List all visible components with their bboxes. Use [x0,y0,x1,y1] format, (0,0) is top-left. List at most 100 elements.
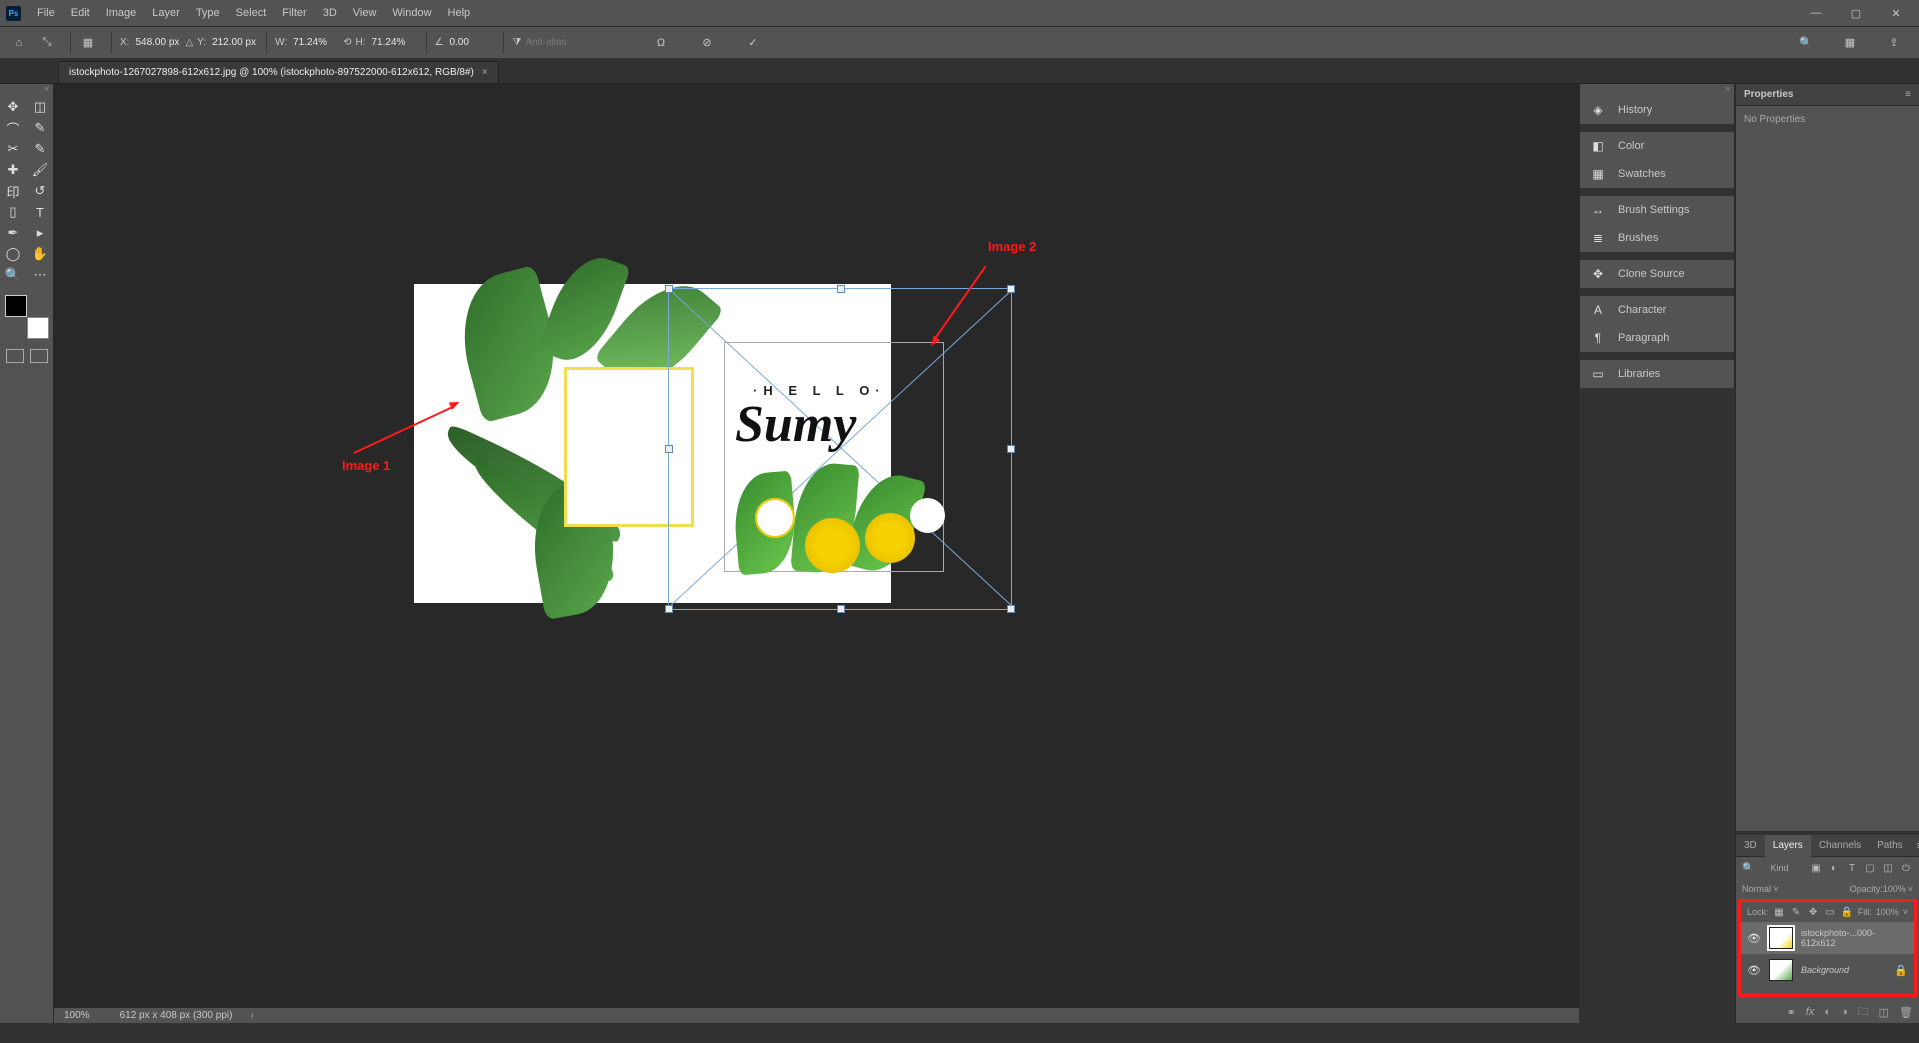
filter-toggle-icon[interactable]: ⏻ [1899,861,1913,875]
search-icon[interactable]: 🔍 [1795,32,1817,54]
w-value[interactable]: 71.24% [289,35,341,50]
lock-trans-icon[interactable]: ▦ [1773,905,1786,919]
fx-icon[interactable]: fx [1806,1006,1815,1018]
quick-select-tool[interactable]: ✎ [27,118,53,138]
quickmask-icon[interactable] [6,349,24,363]
brush-tool[interactable]: 🖌 [27,160,53,180]
collapse-dock-icon[interactable]: » [1580,84,1734,96]
healing-tool[interactable]: ✚ [0,160,26,180]
transform-handle-n[interactable] [837,285,845,293]
menu-3d[interactable]: 3D [315,0,345,26]
link-wh-icon[interactable]: ⟲ [343,37,351,48]
menu-window[interactable]: Window [384,0,439,26]
artboard-tool[interactable]: ◫ [27,97,53,117]
filter-type-icon[interactable]: T [1845,861,1859,875]
panel-history[interactable]: ◈History [1580,96,1734,124]
arrange-icon[interactable]: ▦ [1839,32,1861,54]
tab-paths[interactable]: Paths [1869,835,1911,857]
clone-tool[interactable]: 印 [0,181,26,201]
transform-handle-ne[interactable] [1007,285,1015,293]
zoom-level[interactable]: 100% [64,1010,90,1021]
filter-smart-icon[interactable]: ◫ [1881,861,1895,875]
antialias-toggle[interactable]: Anti-alias [525,37,566,48]
lock-nesting-icon[interactable]: ▭ [1824,905,1837,919]
canvas[interactable]: ·H E L L O· Sumy Image 1 Image 2 [54,84,1579,1007]
lock-all-icon[interactable]: 🔒 [1841,905,1854,919]
filter-shape-icon[interactable]: ▢ [1863,861,1877,875]
visibility-toggle-icon[interactable]: 👁 [1747,932,1761,945]
panel-character[interactable]: ACharacter [1580,296,1734,324]
transform-bounding-box[interactable]: ·H E L L O· Sumy [668,288,1012,610]
transform-handle-se[interactable] [1007,605,1015,613]
menu-view[interactable]: View [345,0,385,26]
menu-file[interactable]: File [29,0,63,26]
opacity-value[interactable]: 100% [1883,884,1906,894]
hand-tool[interactable]: ✋ [27,244,53,264]
menu-image[interactable]: Image [98,0,145,26]
transform-handle-nw[interactable] [665,285,673,293]
layer-row[interactable]: 👁 Background 🔒 [1741,954,1914,986]
angle-value[interactable]: 0.00 [445,35,497,50]
zoom-tool[interactable]: 🔍 [0,265,26,285]
layer-thumbnail[interactable] [1769,927,1793,949]
document-tab[interactable]: istockphoto-1267027898-612x612.jpg @ 100… [58,61,499,83]
panel-libraries[interactable]: ▭Libraries [1580,360,1734,388]
lock-paint-icon[interactable]: ✎ [1790,905,1803,919]
layer-name[interactable]: Background [1801,965,1886,975]
transform-handle-e[interactable] [1007,445,1015,453]
menu-select[interactable]: Select [228,0,275,26]
crop-tool[interactable]: ✂ [0,139,26,159]
delta-icon[interactable]: △ [185,37,193,48]
foreground-color-swatch[interactable] [5,295,27,317]
transform-handle-s[interactable] [837,605,845,613]
h-value[interactable]: 71.24% [368,35,420,50]
visibility-toggle-icon[interactable]: 👁 [1747,964,1761,977]
menu-edit[interactable]: Edit [63,0,98,26]
tab-3d[interactable]: 3D [1736,835,1765,857]
skew-h-icon[interactable]: ⧩ [512,37,521,48]
layer-row[interactable]: 👁 istockphoto-...000-612x612 [1741,922,1914,954]
panel-paragraph[interactable]: ¶Paragraph [1580,324,1734,352]
edit-toolbar-icon[interactable]: ⋯ [27,265,53,285]
panel-color[interactable]: ◧Color [1580,132,1734,160]
menu-layer[interactable]: Layer [144,0,188,26]
tab-layers[interactable]: Layers [1765,835,1811,857]
reference-point-icon[interactable]: ▦ [77,32,99,54]
fg-bg-colors[interactable] [5,295,49,339]
new-layer-icon[interactable]: ◫ [1879,1006,1889,1019]
commit-transform-icon[interactable]: ✓ [742,32,764,54]
panel-brushes[interactable]: ≣Brushes [1580,224,1734,252]
path-select-tool[interactable]: ▸ [27,223,53,243]
menu-type[interactable]: Type [188,0,228,26]
home-icon[interactable]: ⌂ [8,32,30,54]
link-layers-icon[interactable]: ⚭ [1787,1006,1796,1019]
screenmode-icon[interactable] [30,349,48,363]
tab-channels[interactable]: Channels [1811,835,1869,857]
filter-adjust-icon[interactable]: ◐ [1827,861,1841,875]
filter-kind[interactable]: Kind [1758,863,1805,873]
window-minimize-button[interactable]: — [1799,4,1833,22]
eraser-tool[interactable]: ▯ [0,202,26,222]
delete-layer-icon[interactable]: 🗑 [1899,1006,1913,1019]
pen-tool[interactable]: ✒ [0,223,26,243]
panel-clone-source[interactable]: ✥Clone Source [1580,260,1734,288]
layer-name[interactable]: istockphoto-...000-612x612 [1801,928,1908,948]
panel-swatches[interactable]: ▦Swatches [1580,160,1734,188]
menu-filter[interactable]: Filter [274,0,314,26]
fill-value[interactable]: 100% [1876,907,1899,917]
properties-header[interactable]: Properties ≡ [1736,84,1919,106]
blend-mode-select[interactable]: Normal ˅ [1742,884,1850,894]
search-layers-icon[interactable]: 🔍 [1742,863,1754,874]
transform-handle-w[interactable] [665,445,673,453]
panel-menu-icon[interactable]: ≡ [1905,89,1911,100]
background-color-swatch[interactable] [27,317,49,339]
lasso-tool[interactable]: ⌒ [0,118,26,138]
move-tool[interactable]: ✥ [0,97,26,117]
cancel-transform-icon[interactable]: ⊘ [696,32,718,54]
close-tab-icon[interactable]: × [482,67,488,78]
panel-brush-settings[interactable]: ↔Brush Settings [1580,196,1734,224]
group-icon[interactable]: 🗀 [1858,1003,1869,1022]
filter-pixel-icon[interactable]: ▣ [1809,861,1823,875]
eyedropper-tool[interactable]: ✎ [27,139,53,159]
window-close-button[interactable]: ✕ [1879,4,1913,22]
